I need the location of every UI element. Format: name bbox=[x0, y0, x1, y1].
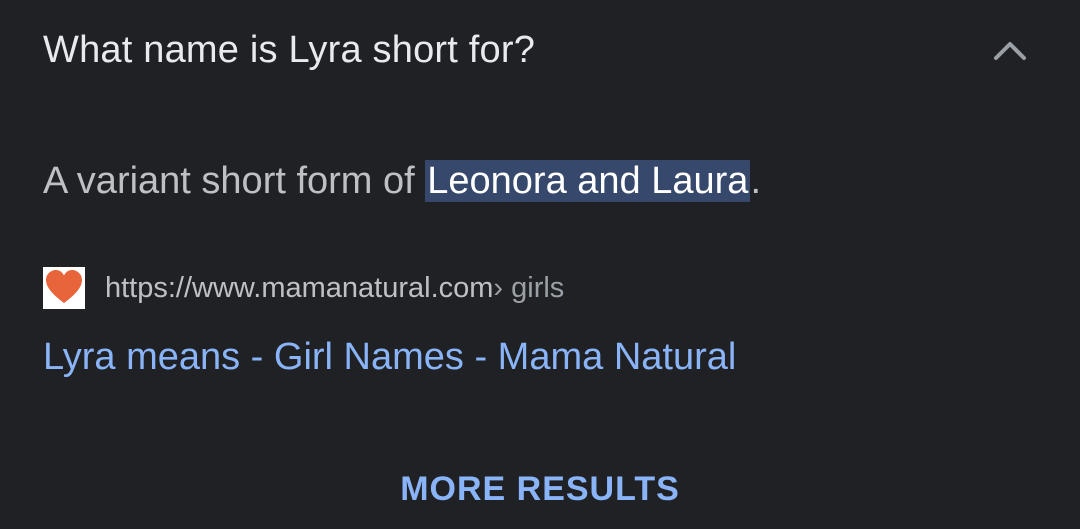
answer-suffix: . bbox=[750, 160, 761, 202]
question-text: What name is Lyra short for? bbox=[43, 28, 536, 71]
source-url: https://www.mamanatural.com bbox=[105, 271, 494, 304]
heart-icon bbox=[43, 267, 85, 309]
chevron-up-icon[interactable] bbox=[990, 30, 1030, 70]
source-path: › girls bbox=[493, 271, 565, 304]
answer-text: A variant short form of Leonora and Laur… bbox=[43, 154, 761, 208]
source-row[interactable]: https://www.mamanatural.com › girls bbox=[43, 266, 564, 310]
question-row[interactable]: What name is Lyra short for? bbox=[43, 22, 1040, 78]
answer-prefix: A variant short form of bbox=[43, 160, 426, 202]
result-link[interactable]: Lyra means - Girl Names - Mama Natural bbox=[43, 330, 736, 384]
answer-highlight: Leonora and Laura bbox=[425, 160, 751, 202]
more-results-button[interactable]: MORE RESULTS bbox=[0, 466, 1080, 512]
